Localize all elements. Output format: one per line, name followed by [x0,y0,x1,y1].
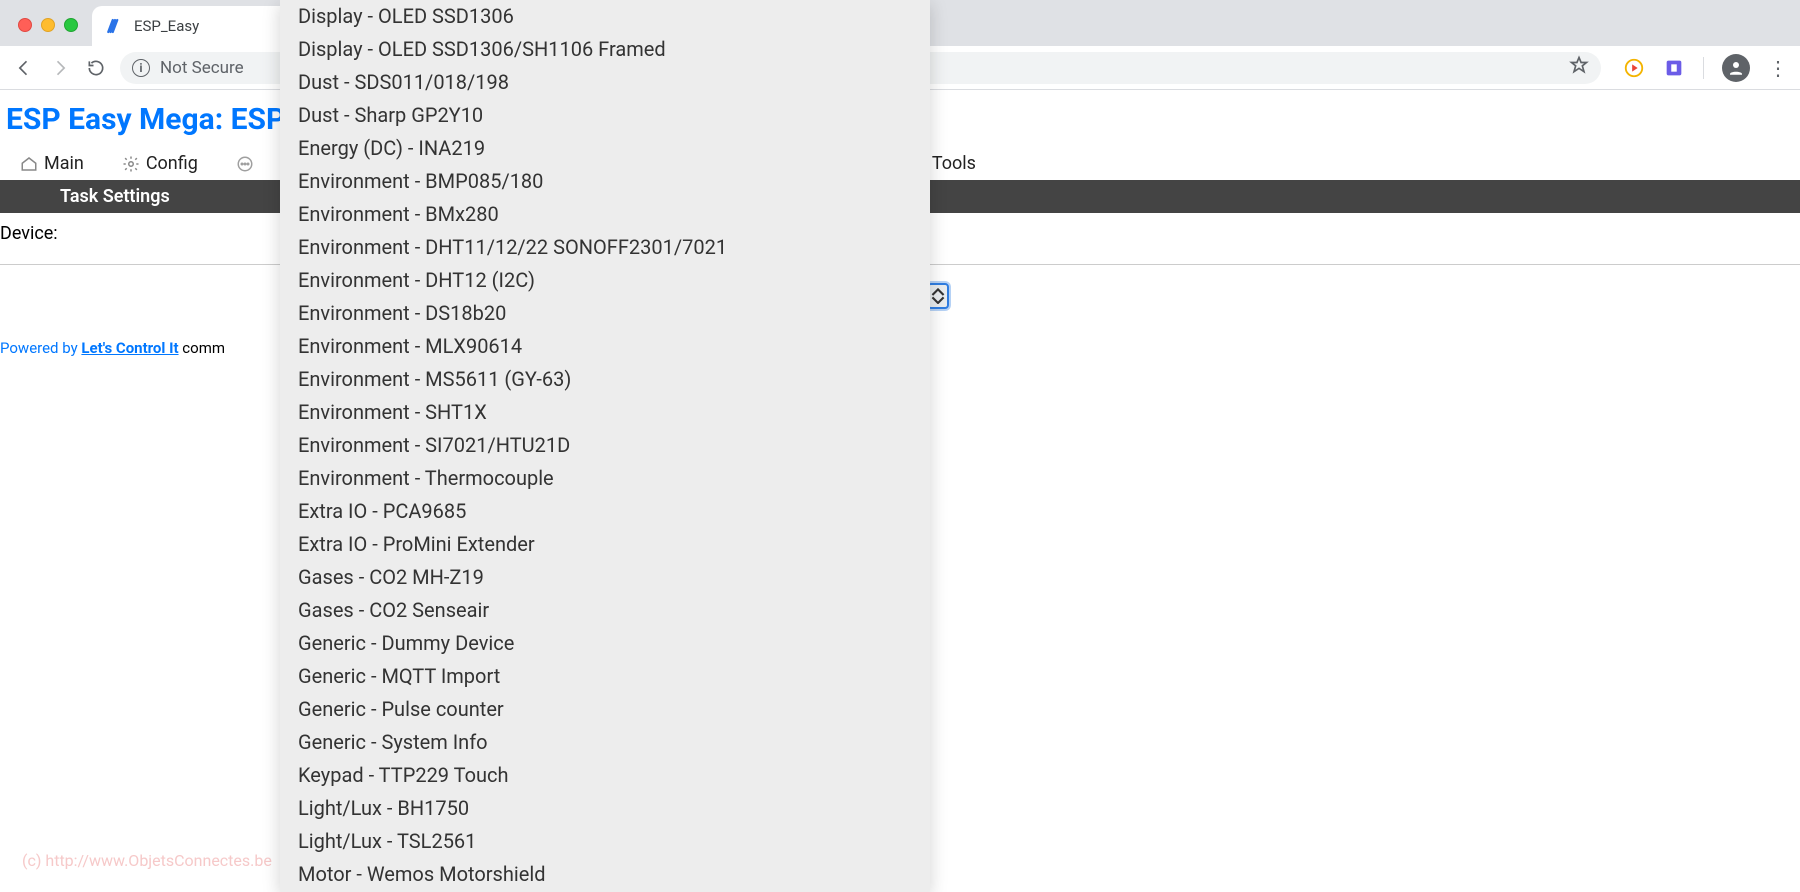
credits-suffix: comm [182,339,225,357]
credits-link[interactable]: Let's Control It [81,339,178,357]
dropdown-option[interactable]: Generic - Dummy Device [280,627,930,660]
browser-menu-button[interactable]: ⋮ [1768,56,1788,80]
toolbar-divider [1703,57,1704,79]
dropdown-option[interactable]: Extra IO - PCA9685 [280,495,930,528]
dropdown-option[interactable]: Light/Lux - TSL2561 [280,825,930,858]
toolbar-right-icons: ⋮ [1623,54,1788,82]
dropdown-option[interactable]: Energy (DC) - INA219 [280,132,930,165]
dropdown-option[interactable]: Environment - DS18b20 [280,297,930,330]
dropdown-option[interactable]: Environment - SI7021/HTU21D [280,429,930,462]
dropdown-option[interactable]: Environment - DHT12 (I2C) [280,264,930,297]
tab-main-label: Main [44,153,84,174]
tab-tools[interactable]: Tools [932,153,976,174]
tab-config[interactable]: Config [122,153,198,174]
credits-prefix: Powered by [0,339,78,357]
dropdown-option[interactable]: Extra IO - ProMini Extender [280,528,930,561]
dropdown-option[interactable]: Environment - DHT11/12/22 SONOFF2301/702… [280,231,930,264]
dropdown-option[interactable]: Environment - BMx280 [280,198,930,231]
dropdown-option[interactable]: Environment - MS5611 (GY-63) [280,363,930,396]
dropdown-option[interactable]: Dust - Sharp GP2Y10 [280,99,930,132]
site-info-icon[interactable]: i [132,59,150,77]
tab-title: ESP_Easy [134,17,199,35]
chat-icon [236,155,254,173]
not-secure-label: Not Secure [160,58,244,78]
tab-hidden-icon[interactable] [236,155,254,173]
extension-media-icon[interactable] [1623,57,1645,79]
gear-icon [122,155,140,173]
dropdown-option[interactable]: Generic - MQTT Import [280,660,930,693]
device-label: Device: [0,223,245,244]
nav-forward-button[interactable] [48,56,72,80]
profile-avatar-icon[interactable] [1722,54,1750,82]
dropdown-option[interactable]: Gases - CO2 MH-Z19 [280,561,930,594]
dropdown-option[interactable]: Gases - CO2 Senseair [280,594,930,627]
device-select-stepper[interactable] [927,283,949,309]
nav-back-button[interactable] [12,56,36,80]
tab-favicon [106,17,124,35]
window-zoom-button[interactable] [64,18,78,32]
dropdown-option[interactable]: Environment - SHT1X [280,396,930,429]
nav-reload-button[interactable] [84,56,108,80]
tab-config-label: Config [146,153,198,174]
dropdown-option[interactable]: Environment - BMP085/180 [280,165,930,198]
watermark: (c) http://www.ObjetsConnectes.be [22,851,272,870]
dropdown-option[interactable]: Keypad - TTP229 Touch [280,759,930,792]
dropdown-option[interactable]: Display - OLED SSD1306/SH1106 Framed [280,33,930,66]
extension-purple-icon[interactable] [1663,57,1685,79]
home-icon [20,155,38,173]
dropdown-option[interactable]: Light/Lux - BH1750 [280,792,930,825]
dropdown-option[interactable]: Environment - Thermocouple [280,462,930,495]
dropdown-option[interactable]: Display - OLED SSD1306 [280,0,930,33]
tab-main[interactable]: Main [20,153,84,174]
dropdown-option[interactable]: Dust - SDS011/018/198 [280,66,930,99]
device-dropdown[interactable]: Display - OLED SSD1306Display - OLED SSD… [280,0,930,892]
window-minimize-button[interactable] [41,18,55,32]
bookmark-star-icon[interactable] [1569,55,1589,80]
dropdown-option[interactable]: Generic - Pulse counter [280,693,930,726]
dropdown-option[interactable]: Motor - Wemos Motorshield [280,858,930,891]
window-controls [18,18,78,32]
section-header-text: Task Settings [0,186,170,207]
dropdown-option[interactable]: Environment - MLX90614 [280,330,930,363]
dropdown-option[interactable]: Generic - System Info [280,726,930,759]
window-close-button[interactable] [18,18,32,32]
tab-tools-label: Tools [932,153,976,174]
